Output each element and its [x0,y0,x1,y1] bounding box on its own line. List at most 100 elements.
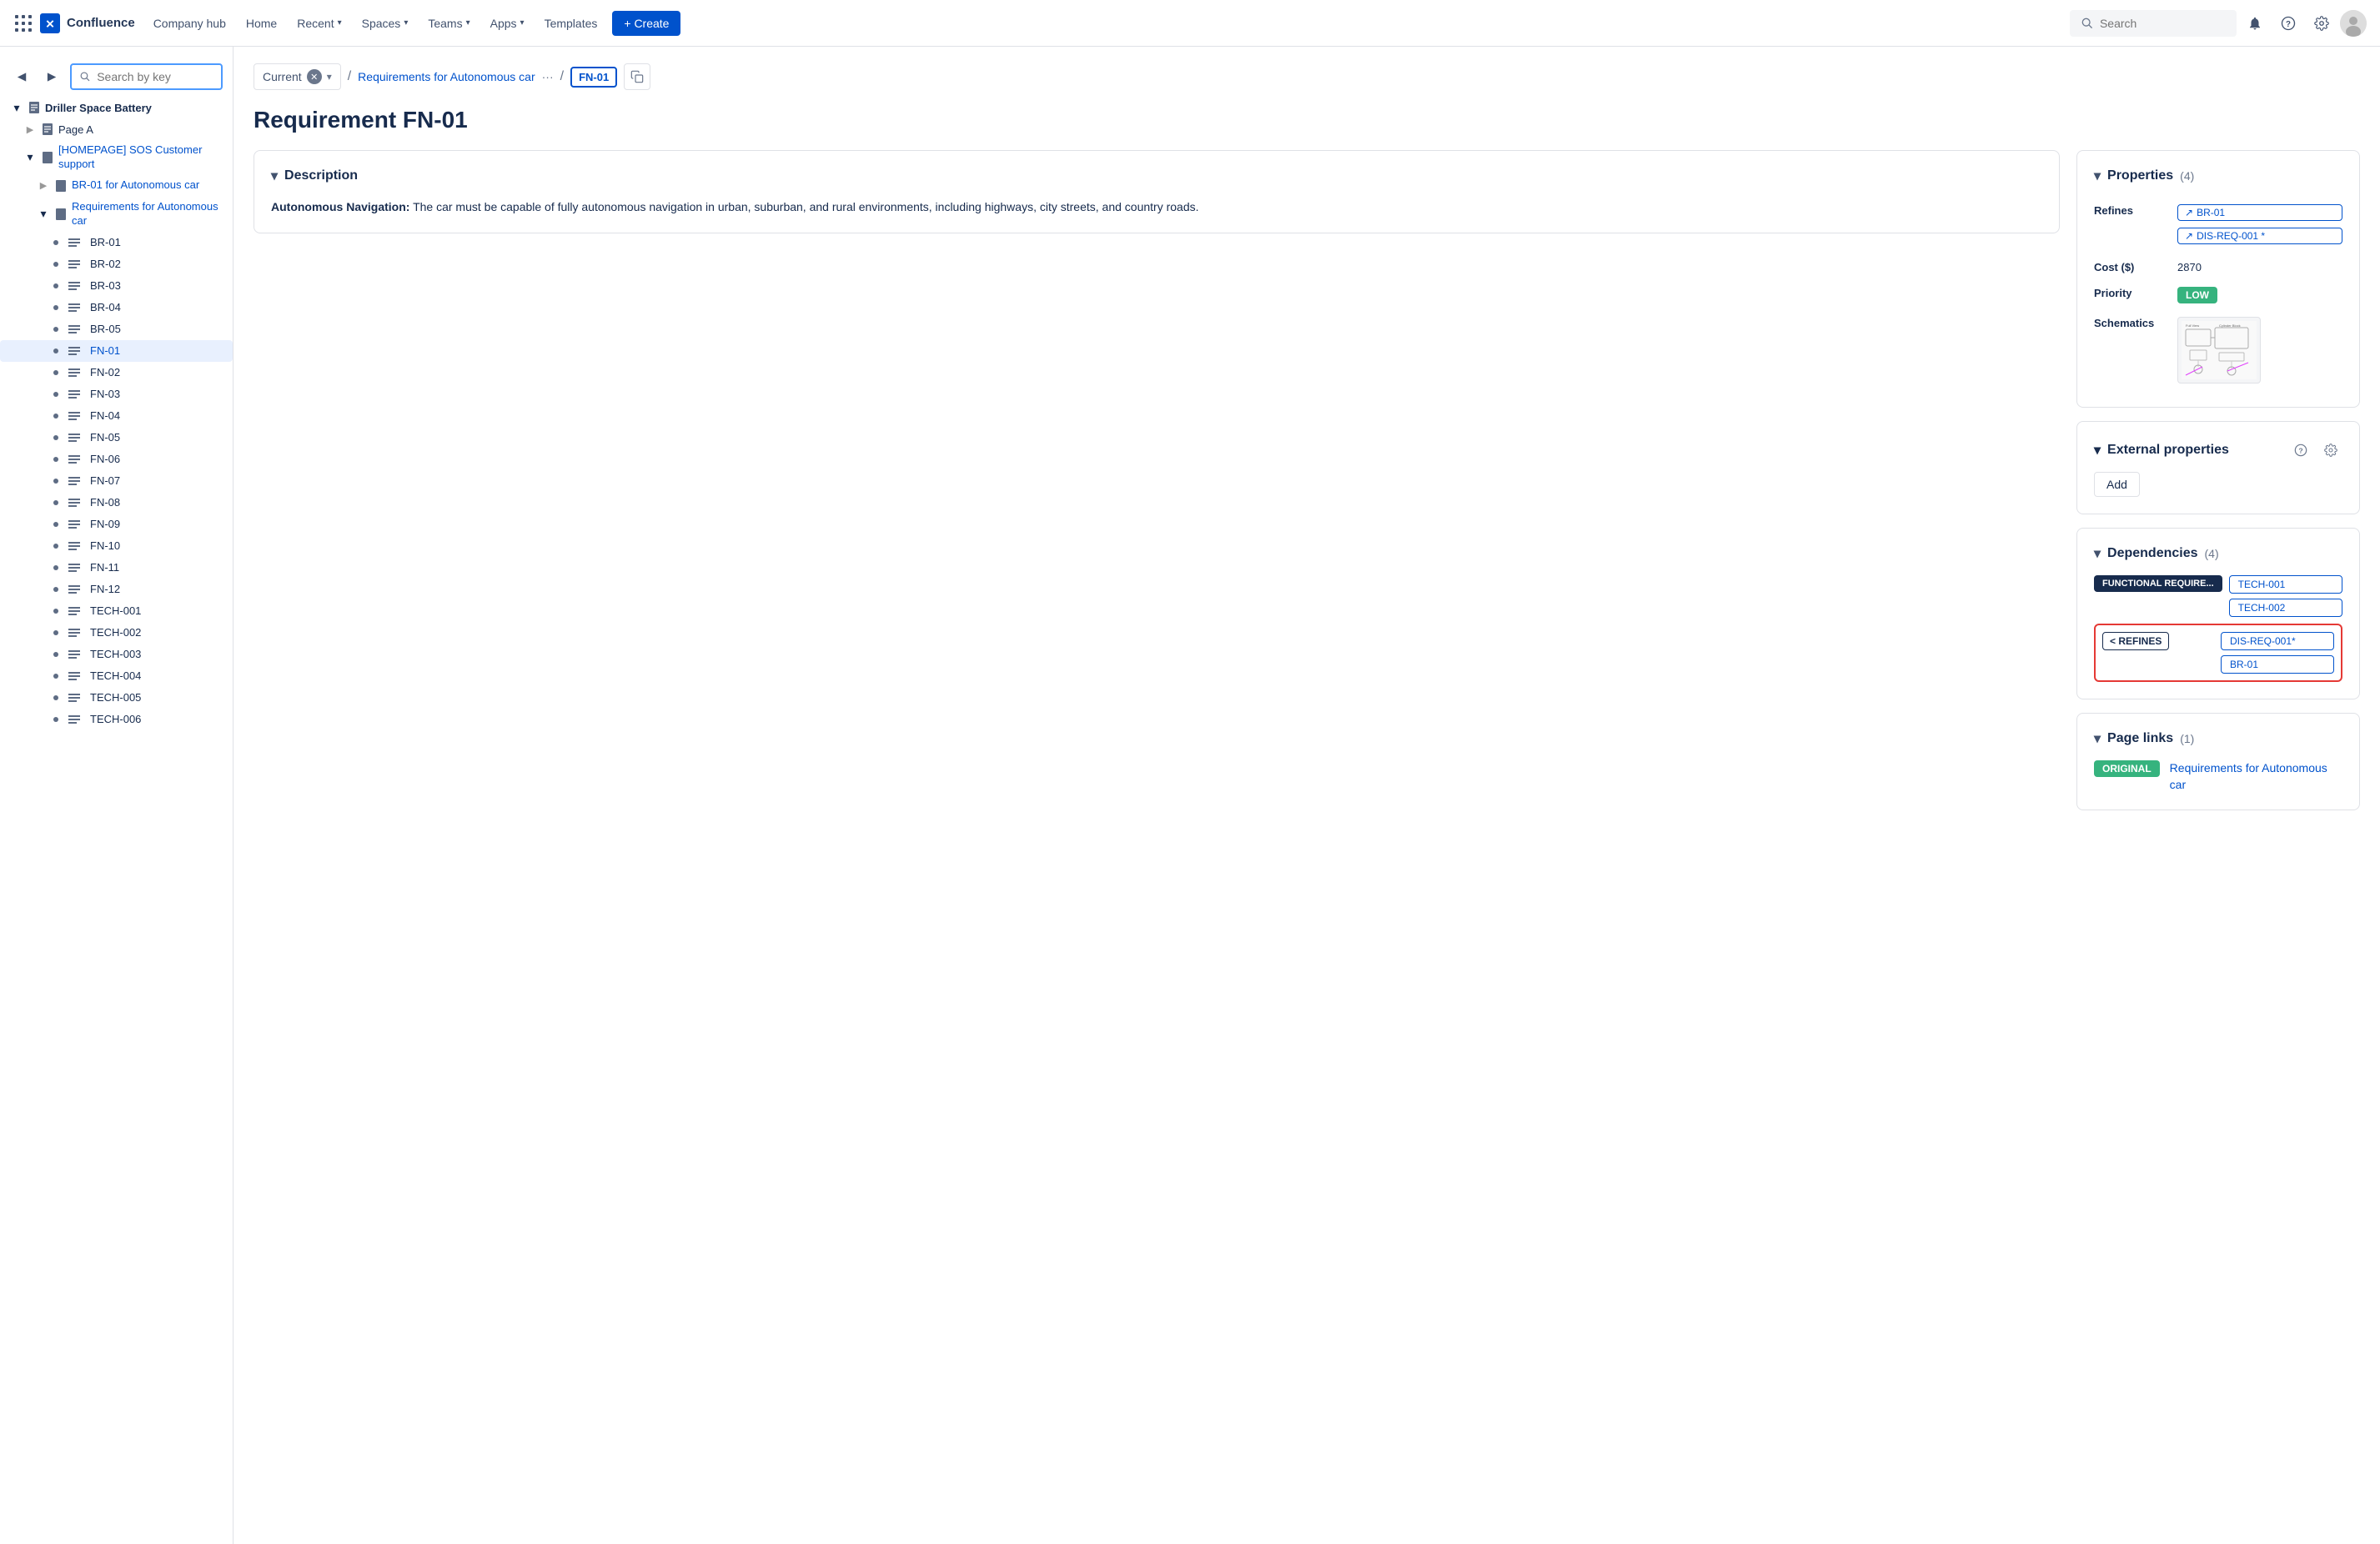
fn-12-label: FN-12 [90,583,120,595]
sidebar: ◀ ▶ ▾ Driller Space Battery ▶ Page [0,47,233,1544]
sidebar-item-fn-09[interactable]: FN-09 [0,514,233,535]
sidebar-item-fn-11[interactable]: FN-11 [0,557,233,579]
sidebar-item-fn-06[interactable]: FN-06 [0,449,233,470]
sidebar-search-input[interactable] [97,70,213,83]
description-heading: Description [284,168,358,183]
settings-button[interactable] [2307,8,2337,38]
tech-002-badge[interactable]: TECH-002 [2229,599,2342,617]
sidebar-item-tech-004[interactable]: TECH-004 [0,665,233,687]
fn-09-label: FN-09 [90,518,120,530]
deps-count: (4) [2205,547,2219,560]
settings-small-icon [2324,444,2337,457]
parent-page-link[interactable]: Requirements for Autonomous car [358,70,535,83]
tech-001-badge[interactable]: TECH-001 [2229,575,2342,594]
spaces-link[interactable]: Spaces ▾ [354,12,417,35]
dependencies-card: ▾ Dependencies (4) FUNCTIONAL REQUIRE...… [2076,528,2360,699]
sidebar-item-fn-08[interactable]: FN-08 [0,492,233,514]
search-icon [2081,17,2093,30]
br-05-dot [53,327,58,332]
sidebar-item-br-05[interactable]: BR-05 [0,318,233,340]
breadcrumb-more-icon[interactable]: ··· [542,70,554,83]
sidebar-item-br-02[interactable]: BR-02 [0,253,233,275]
current-version-selector[interactable]: Current ✕ ▾ [254,63,341,90]
br-02-dot [53,262,58,267]
templates-link[interactable]: Templates [536,12,606,35]
sidebar-item-tech-002[interactable]: TECH-002 [0,622,233,644]
notifications-button[interactable] [2240,8,2270,38]
description-chevron-icon[interactable]: ▾ [271,168,278,184]
apps-link[interactable]: Apps ▾ [482,12,533,35]
sidebar-item-fn-10[interactable]: FN-10 [0,535,233,557]
sidebar-item-br-04[interactable]: BR-04 [0,297,233,318]
sidebar-item-fn-12[interactable]: FN-12 [0,579,233,600]
sidebar-item-br01-car[interactable]: ▶ BR-01 for Autonomous car [0,175,233,197]
homepage-sos-toggle[interactable]: ▾ [23,151,37,164]
tech-002-label: TECH-002 [90,626,141,639]
sidebar-item-tech-001[interactable]: TECH-001 [0,600,233,622]
sidebar-item-fn-01[interactable]: FN-01 [0,340,233,362]
breadcrumb-sep-1: / [348,69,351,84]
confluence-x-logo: ✕ [40,13,60,33]
page-links-chevron-icon[interactable]: ▾ [2094,730,2101,747]
ext-props-help-button[interactable]: ? [2289,439,2312,462]
create-button[interactable]: + Create [612,11,680,36]
sidebar-item-br-01[interactable]: BR-01 [0,232,233,253]
sidebar-item-page-a[interactable]: ▶ Page A [0,118,233,140]
recent-link[interactable]: Recent ▾ [289,12,349,35]
sidebar-item-req-autonomous[interactable]: ▾ Requirements for Autonomous car [0,197,233,232]
br01-car-toggle[interactable]: ▶ [37,179,50,193]
req-autonomous-toggle[interactable]: ▾ [37,208,50,221]
current-page-tag[interactable]: FN-01 [570,67,617,88]
confluence-logo[interactable]: ✕ Confluence [13,13,135,33]
home-link[interactable]: Home [238,12,285,35]
sidebar-search[interactable] [70,63,223,90]
sidebar-item-tech-003[interactable]: TECH-003 [0,644,233,665]
tech-001-list-icon [68,604,83,619]
help-button[interactable]: ? [2273,8,2303,38]
sidebar-item-br-03[interactable]: BR-03 [0,275,233,297]
help-icon: ? [2281,16,2296,31]
fn-11-label: FN-11 [90,561,119,574]
sidebar-item-tech-005[interactable]: TECH-005 [0,687,233,709]
tech-badges-cell: TECH-001 TECH-002 [2229,575,2342,617]
dis-req-001-badge[interactable]: DIS-REQ-001* [2221,632,2334,650]
search-bar[interactable] [2070,10,2237,37]
help-circle-icon: ? [2294,444,2307,457]
sidebar-item-fn-07[interactable]: FN-07 [0,470,233,492]
tech-006-label: TECH-006 [90,713,141,725]
br-01-dep-badge[interactable]: BR-01 [2221,655,2334,674]
page-a-toggle[interactable]: ▶ [23,123,37,136]
add-external-property-button[interactable]: Add [2094,472,2140,497]
sidebar-back-button[interactable]: ◀ [10,65,33,88]
driller-toggle-icon[interactable]: ▾ [10,101,23,114]
sidebar-item-fn-03[interactable]: FN-03 [0,383,233,405]
ext-props-chevron-icon[interactable]: ▾ [2094,442,2101,459]
search-input[interactable] [2100,17,2225,30]
tree-list-container: BR-01BR-02BR-03BR-04BR-05FN-01FN-02FN-03… [0,232,233,730]
refines-dis-req-tag[interactable]: ↗ DIS-REQ-001 * [2177,228,2342,244]
ext-props-heading: External properties [2107,443,2229,458]
page-link-text[interactable]: Requirements for Autonomous car [2170,760,2342,793]
sidebar-item-tech-006[interactable]: TECH-006 [0,709,233,730]
refines-br01-tag[interactable]: ↗ BR-01 [2177,204,2342,221]
teams-link[interactable]: Teams ▾ [419,12,478,35]
sidebar-item-fn-04[interactable]: FN-04 [0,405,233,427]
sidebar-item-driller[interactable]: ▾ Driller Space Battery [0,97,233,118]
tech-004-label: TECH-004 [90,669,141,682]
sidebar-item-fn-05[interactable]: FN-05 [0,427,233,449]
ext-props-settings-button[interactable] [2319,439,2342,462]
schematics-thumbnail[interactable]: Full View Cylinder Block [2177,317,2261,383]
sidebar-item-fn-02[interactable]: FN-02 [0,362,233,383]
clear-version-button[interactable]: ✕ [307,69,322,84]
tech-002-list-icon [68,625,83,640]
user-avatar[interactable] [2340,10,2367,37]
fn-05-dot [53,435,58,440]
properties-chevron-icon[interactable]: ▾ [2094,168,2101,184]
cost-row: Cost ($) 2870 [2094,254,2342,280]
deps-chevron-icon[interactable]: ▾ [2094,545,2101,562]
fn-01-list-icon [68,343,83,358]
copy-link-button[interactable] [624,63,650,90]
company-hub-link[interactable]: Company hub [145,12,234,35]
sidebar-item-homepage-sos[interactable]: ▾ [HOMEPAGE] SOS Customer support [0,140,233,175]
sidebar-collapse-button[interactable]: ▶ [40,65,63,88]
